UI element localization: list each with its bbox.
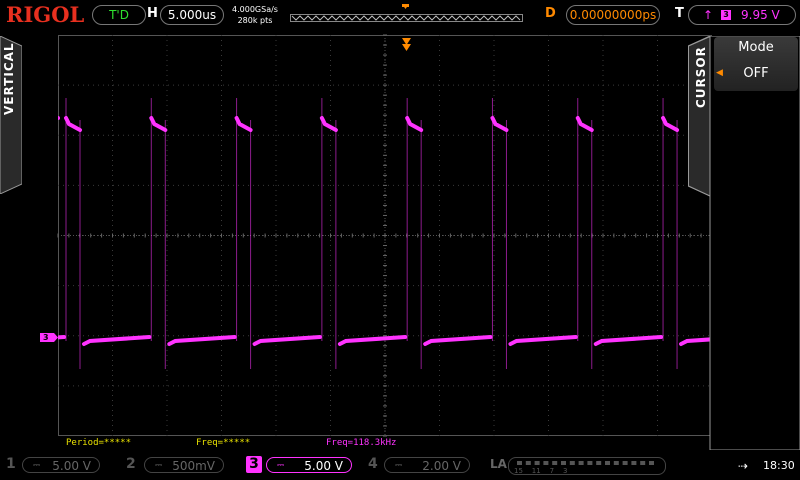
period-measurement: Period=***** xyxy=(66,438,132,448)
cursor-tab-label[interactable]: CURSOR xyxy=(694,46,708,108)
ch2-scale: 500mV xyxy=(172,459,215,473)
dc-coupling-icon: ⎓ xyxy=(395,461,403,471)
ch2-number[interactable]: 2 xyxy=(126,456,136,472)
ch4-scale-pill[interactable]: ⎓ 2.00 V xyxy=(384,457,470,473)
trigger-top-marker xyxy=(402,38,411,51)
dc-coupling-icon: ⎓ xyxy=(33,461,41,471)
dc-coupling-icon: ⎓ xyxy=(277,461,285,471)
ch4-scale: 2.00 V xyxy=(422,459,461,473)
la-label[interactable]: LA xyxy=(490,457,507,471)
ch3-scale: 5.00 V xyxy=(304,459,343,473)
ch2-scale-pill[interactable]: ⎓ 500mV xyxy=(144,457,224,473)
mode-value[interactable]: OFF xyxy=(714,66,798,81)
ch3-number[interactable]: 3 xyxy=(246,456,262,473)
mode-title: Mode xyxy=(738,40,774,55)
ch1-number[interactable]: 1 xyxy=(6,456,16,472)
freq-measurement: Freq=***** xyxy=(196,438,251,448)
ch3-waveform-trace xyxy=(58,98,712,369)
system-clock: 18:30 xyxy=(763,459,795,472)
ch3-freq-measurement: Freq=118.3kHz xyxy=(326,438,397,448)
dc-coupling-icon: ⎓ xyxy=(155,461,163,471)
graticule xyxy=(57,34,713,437)
ch3-scale-pill[interactable]: ⎓ 5.00 V xyxy=(266,457,352,473)
ch1-scale: 5.00 V xyxy=(52,459,91,473)
ch1-scale-pill[interactable]: ⎓ 5.00 V xyxy=(22,457,100,473)
ch3-ground-label: 3 xyxy=(43,333,49,342)
usb-icon: ⇢ xyxy=(738,459,749,473)
waveform-display xyxy=(40,34,713,437)
ch4-number[interactable]: 4 xyxy=(368,456,378,472)
la-group-numbers: 15 11 7 3 xyxy=(514,467,568,475)
